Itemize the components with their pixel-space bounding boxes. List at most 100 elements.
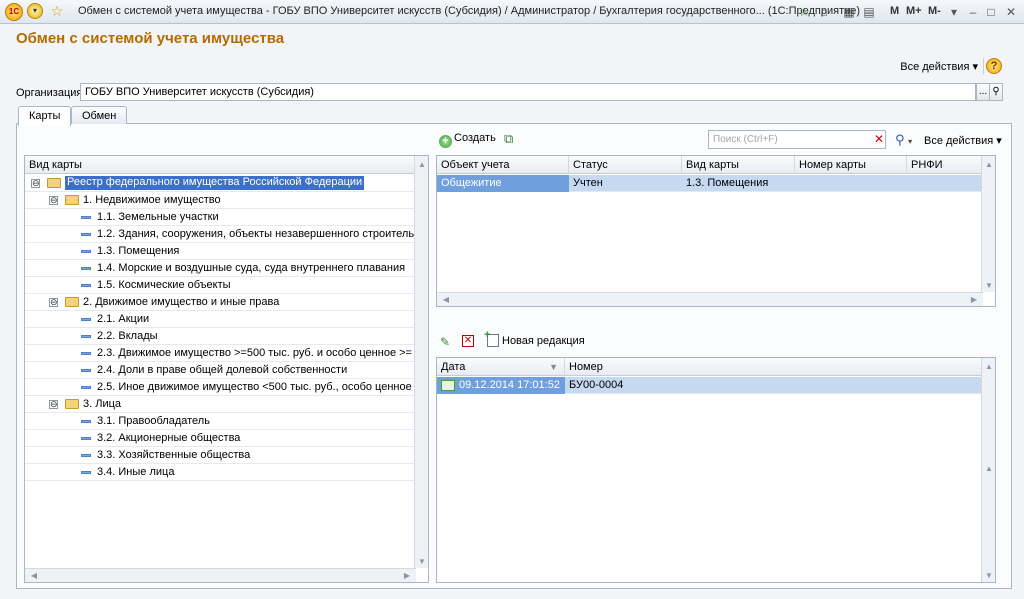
tree-row[interactable]: 1.5. Космические объекты — [25, 277, 416, 294]
collapse-toggle-icon[interactable]: ⊖ — [49, 298, 58, 307]
tree-row[interactable]: ⊖ 2. Движимое имущество и иные права — [25, 294, 416, 311]
minimize-icon[interactable]: – — [966, 4, 980, 20]
scroll-up-icon[interactable]: ▲ — [982, 160, 995, 169]
tree-item-label: 1.1. Земельные участки — [97, 211, 219, 223]
organization-select-button[interactable]: ... — [976, 83, 990, 101]
item-icon — [81, 233, 91, 236]
tree-row[interactable]: 2.4. Доли в праве общей долевой собствен… — [25, 362, 416, 379]
tree-item-label: 3.4. Иные лица — [97, 466, 175, 478]
new-version-label: Новая редакция — [502, 335, 585, 347]
column-rnfi[interactable]: РНФИ — [907, 156, 983, 174]
scroll-right-icon[interactable]: ▶ — [967, 295, 981, 304]
calendar-icon[interactable]: ▤ — [862, 4, 876, 20]
tab-exchange[interactable]: Обмен — [71, 106, 128, 124]
edit-pencil-icon[interactable]: ✎ — [440, 335, 450, 349]
memory-mplus-label[interactable]: M+ — [906, 5, 922, 17]
column-card-number[interactable]: Номер карты — [795, 156, 907, 174]
maximize-icon[interactable]: □ — [984, 4, 998, 20]
column-date[interactable]: Дата ▼ — [437, 358, 565, 376]
column-card-type[interactable]: Вид карты — [682, 156, 795, 174]
tree-row[interactable]: 3.4. Иные лица — [25, 464, 416, 481]
column-status[interactable]: Статус — [569, 156, 682, 174]
help-icon[interactable]: ? — [986, 58, 1002, 74]
table-row[interactable]: Общежитие Учтен 1.3. Помещения — [437, 175, 981, 192]
cards-vertical-scrollbar[interactable]: ▲ ▼ — [981, 156, 995, 292]
tree-row[interactable]: 3.1. Правообладатель — [25, 413, 416, 430]
tree-row[interactable]: ⊖ 3. Лица — [25, 396, 416, 413]
scroll-left-icon[interactable]: ◀ — [439, 295, 453, 304]
add-favorite-icon[interactable]: ☆ — [796, 4, 812, 20]
cards-table-header: Объект учета Статус Вид карты Номер карт… — [437, 156, 995, 174]
organization-field[interactable]: ГОБУ ВПО Университет искусств (Субсидия) — [80, 83, 976, 101]
item-icon — [81, 335, 91, 338]
scroll-up-icon[interactable]: ▲ — [982, 362, 995, 371]
memory-m-label[interactable]: M — [890, 5, 899, 17]
main-menu-icon[interactable]: ▾ — [27, 3, 43, 19]
tree-row[interactable]: ⊖ 1. Недвижимое имущество — [25, 192, 416, 209]
item-icon — [81, 267, 91, 270]
item-icon — [81, 454, 91, 457]
collapse-toggle-icon[interactable]: ⊖ — [31, 179, 40, 188]
create-button[interactable]: + Создать — [439, 132, 496, 148]
page-title: Обмен с системой учета имущества — [16, 30, 285, 47]
scroll-left-icon[interactable]: ◀ — [27, 571, 41, 580]
tree-row[interactable]: 2.2. Вклады — [25, 328, 416, 345]
versions-table[interactable]: Дата ▼ Номер 09.12.2014 17:01:52 БУ00-00… — [436, 357, 996, 583]
tree-row[interactable]: 1.1. Земельные участки — [25, 209, 416, 226]
tree-row[interactable]: 2.3. Движимое имущество >=500 тыс. руб. … — [25, 345, 428, 362]
sort-filter-icon[interactable]: ▼ — [549, 362, 558, 372]
calculator-icon[interactable]: ▦ — [842, 4, 856, 20]
tree-row[interactable]: 1.4. Морские и воздушные суда, суда внут… — [25, 260, 416, 277]
tree-row[interactable]: 3.3. Хозяйственные общества — [25, 447, 416, 464]
scroll-up-icon[interactable]: ▲ — [415, 160, 428, 169]
organization-label: Организация: — [16, 87, 86, 99]
organization-open-icon[interactable]: ⚲ — [989, 83, 1003, 101]
collapse-toggle-icon[interactable]: ⊖ — [49, 400, 58, 409]
tree-item-label: 1.4. Морские и воздушные суда, суда внут… — [97, 262, 406, 274]
tree-row[interactable]: 2.5. Иное движимое имущество <500 тыс. р… — [25, 379, 428, 396]
toolbar-divider — [983, 58, 984, 74]
search-icon[interactable]: ⚲ ▾ — [895, 132, 912, 148]
cards-table[interactable]: Объект учета Статус Вид карты Номер карт… — [436, 155, 996, 307]
delete-icon[interactable]: ✕ — [462, 335, 474, 347]
tree-item-label: 1. Недвижимое имущество — [83, 194, 221, 206]
new-version-button[interactable]: Новая редакция — [484, 329, 585, 347]
tree-row[interactable]: ⊖ Реестр федерального имущества Российско… — [25, 175, 416, 192]
dropdown-icon[interactable]: ▾ — [948, 4, 960, 20]
column-card-type[interactable]: Вид карты — [25, 156, 416, 174]
scroll-down-icon[interactable]: ▼ — [415, 557, 428, 566]
item-icon — [81, 284, 91, 287]
all-actions-menu[interactable]: Все действия ▾ — [900, 60, 978, 73]
scroll-mid-icon[interactable]: ▲ — [982, 464, 995, 473]
tree-row[interactable]: 1.3. Помещения — [25, 243, 416, 260]
collapse-toggle-icon[interactable]: ⊖ — [49, 196, 58, 205]
all-actions-label: Все действия — [900, 61, 970, 73]
scroll-down-icon[interactable]: ▼ — [982, 281, 995, 290]
versions-vertical-scrollbar[interactable]: ▲ ▲ ▼ — [981, 358, 995, 582]
item-icon — [81, 420, 91, 423]
tree-row[interactable]: 3.2. Акционерные общества — [25, 430, 416, 447]
column-number[interactable]: Номер — [565, 358, 983, 376]
tree-vertical-scrollbar[interactable]: ▲ ▼ — [414, 156, 428, 568]
cards-horizontal-scrollbar[interactable]: ◀ ▶ — [437, 292, 983, 306]
search-input[interactable]: Поиск (Ctrl+F) — [708, 130, 886, 149]
item-icon — [81, 471, 91, 474]
cards-all-actions-menu[interactable]: Все действия ▾ — [924, 134, 1002, 147]
scroll-down-icon[interactable]: ▼ — [982, 571, 995, 580]
card-types-tree[interactable]: Вид карты ⊖ Реестр федерального имущества… — [24, 155, 429, 583]
app-logo-icon[interactable]: 1С — [5, 3, 23, 21]
tree-row[interactable]: 1.2. Здания, сооружения, объекты незавер… — [25, 226, 428, 243]
favorites-star-icon[interactable]: ☆ — [49, 3, 65, 20]
memory-mminus-label[interactable]: M- — [928, 5, 941, 17]
scroll-right-icon[interactable]: ▶ — [400, 571, 414, 580]
copy-icon[interactable]: ⧉ — [504, 131, 513, 147]
link-icon[interactable]: ⌂ — [816, 4, 832, 20]
close-icon[interactable]: ✕ — [1004, 4, 1018, 20]
tree-horizontal-scrollbar[interactable]: ◀ ▶ — [25, 568, 416, 582]
table-row[interactable]: 09.12.2014 17:01:52 БУ00-0004 — [437, 377, 981, 394]
tree-row[interactable]: 2.1. Акции — [25, 311, 416, 328]
clear-search-icon[interactable]: ✕ — [873, 132, 885, 146]
column-object[interactable]: Объект учета — [437, 156, 569, 174]
tab-cards[interactable]: Карты — [18, 106, 72, 126]
create-label: Создать — [454, 132, 496, 144]
